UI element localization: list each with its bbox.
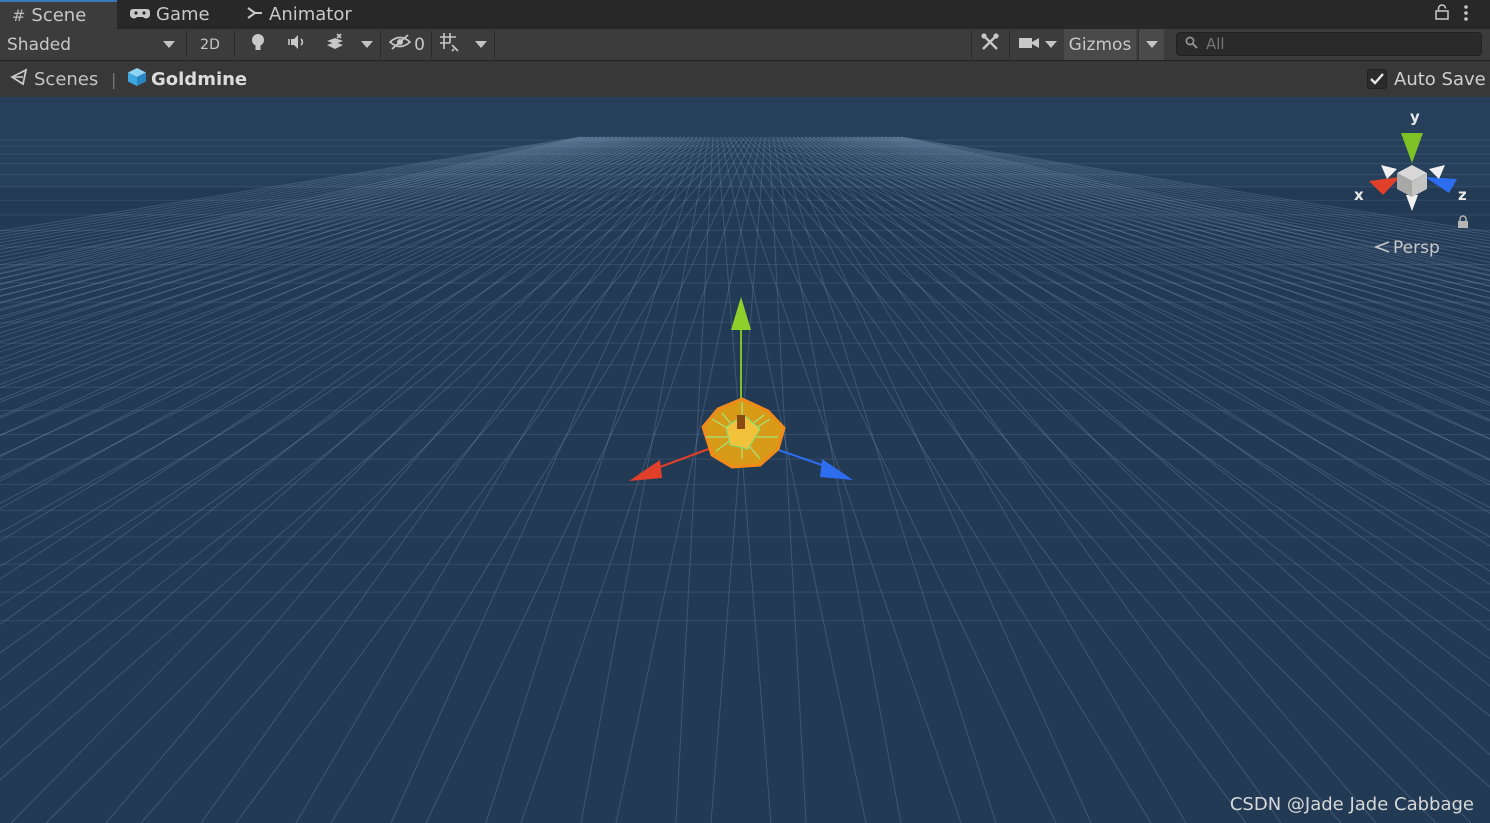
- hash-icon: #: [12, 6, 26, 25]
- y-axis-handle: [731, 297, 751, 330]
- tab-game[interactable]: Game: [130, 0, 210, 29]
- move-tool-gizmo[interactable]: [0, 97, 1490, 823]
- wrench-cross-icon: [980, 32, 1000, 57]
- search-input[interactable]: [1204, 34, 1468, 54]
- scene-search-field[interactable]: [1176, 32, 1482, 56]
- z-cone: [1425, 177, 1457, 193]
- projection-label: Persp: [1393, 238, 1440, 258]
- 2d-toggle-button[interactable]: 2D: [192, 29, 228, 60]
- current-scene-label: Goldmine: [151, 68, 248, 90]
- audio-toggle-button[interactable]: [282, 29, 312, 60]
- eye-slash-icon: [388, 34, 412, 55]
- cube-icon: [127, 67, 147, 92]
- camera-icon: [1019, 35, 1039, 55]
- effects-toggle-button[interactable]: [320, 29, 350, 60]
- hidden-count: 0: [414, 34, 425, 55]
- lock-icon[interactable]: [1435, 4, 1449, 24]
- z-label: z: [1458, 186, 1467, 204]
- camera-settings-dropdown[interactable]: [1014, 29, 1062, 60]
- draw-mode-value: Shaded: [7, 34, 72, 55]
- y-cone: [1401, 133, 1423, 163]
- kebab-menu-icon[interactable]: [1463, 4, 1469, 26]
- x-axis-handle: [629, 460, 662, 481]
- breadcrumb: Scenes | Goldmine Auto Save: [0, 61, 1490, 98]
- gamepad-icon: [130, 5, 150, 24]
- speaker-icon: [287, 34, 307, 55]
- projection-toggle[interactable]: Persp: [1373, 238, 1440, 258]
- goldmine-object[interactable]: [701, 397, 786, 469]
- tab-game-label: Game: [156, 4, 210, 25]
- checkbox-checked-icon[interactable]: [1367, 69, 1387, 89]
- gizmos-dropdown[interactable]: [1138, 29, 1164, 60]
- gizmos-button[interactable]: Gizmos: [1064, 29, 1136, 60]
- tab-scene[interactable]: # Scene: [0, 0, 117, 29]
- draw-mode-dropdown[interactable]: Shaded: [0, 29, 183, 60]
- lightbulb-icon: [251, 33, 265, 56]
- perspective-icon: [1373, 238, 1390, 258]
- search-icon: [1185, 35, 1198, 53]
- lighting-toggle-button[interactable]: [243, 29, 273, 60]
- orientation-gizmo[interactable]: y x z: [1345, 107, 1475, 222]
- grid-snapping-toggle[interactable]: [435, 29, 463, 60]
- x-label: x: [1354, 186, 1364, 204]
- chevron-down-icon: [475, 41, 487, 48]
- tab-scene-label: Scene: [31, 5, 87, 26]
- scenes-label: Scenes: [34, 68, 99, 90]
- chevron-down-icon: [361, 41, 373, 48]
- grid-icon: [439, 32, 459, 57]
- 2d-label: 2D: [200, 36, 220, 53]
- view-lock-icon[interactable]: [1457, 215, 1469, 232]
- chevron-down-icon: [1145, 41, 1158, 48]
- effects-dropdown[interactable]: [356, 29, 378, 60]
- breadcrumb-separator: |: [111, 69, 117, 89]
- gizmos-label: Gizmos: [1068, 34, 1132, 55]
- grid-dropdown[interactable]: [470, 29, 492, 60]
- chevron-down-icon: [163, 41, 175, 48]
- tab-animator[interactable]: Animator: [247, 0, 352, 29]
- effects-layers-icon: [325, 33, 345, 56]
- auto-save-toggle[interactable]: Auto Save: [1367, 61, 1486, 97]
- auto-save-label: Auto Save: [1394, 68, 1486, 90]
- breadcrumb-scenes[interactable]: Scenes: [10, 61, 98, 97]
- x-cone: [1369, 177, 1400, 195]
- z-axis-handle: [820, 459, 853, 480]
- animator-icon: [247, 5, 263, 24]
- scene-toolbar: Shaded 2D 0 Gizmos All: [0, 29, 1490, 61]
- chevron-down-icon: [1045, 41, 1057, 48]
- watermark-text: CSDN @Jade Jade Cabbage: [1229, 794, 1474, 815]
- tools-button[interactable]: [976, 29, 1004, 60]
- y-label: y: [1410, 108, 1420, 126]
- unity-logo-icon: [10, 67, 28, 91]
- scene-viewport[interactable]: y x z Persp CSDN @Jade Jade Cabbage: [0, 97, 1490, 823]
- breadcrumb-current-scene[interactable]: Goldmine: [127, 61, 247, 97]
- scene-visibility-toggle[interactable]: 0: [386, 29, 428, 60]
- tab-bar: # Scene Game Animator: [0, 0, 1490, 30]
- tab-animator-label: Animator: [269, 4, 352, 25]
